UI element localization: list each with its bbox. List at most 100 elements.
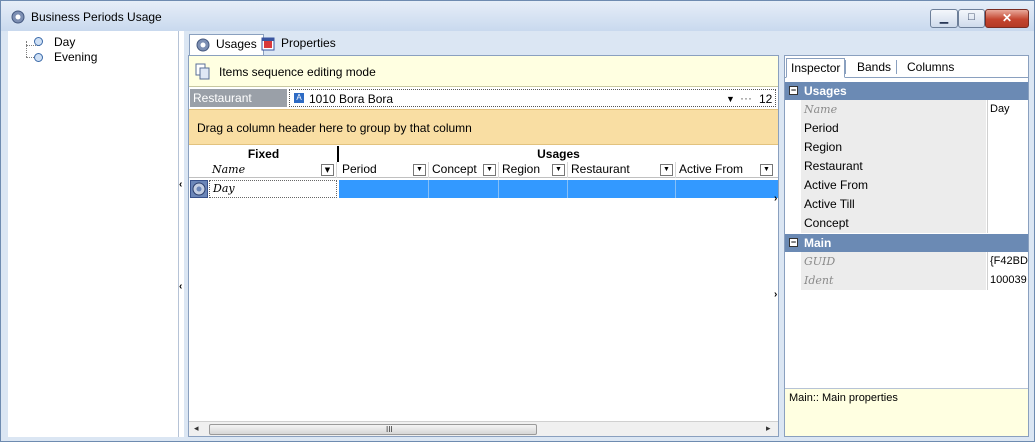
column-label: Name xyxy=(212,163,246,176)
main-panel: Usages Properties Items sequence editing… xyxy=(179,31,1029,437)
property-name: Ident xyxy=(801,271,986,290)
minimize-button[interactable]: ▁ xyxy=(930,9,958,28)
tab-inspector[interactable]: Inspector xyxy=(786,58,846,78)
column-header-period[interactable]: Period ▼ xyxy=(339,162,429,178)
band-fixed[interactable]: Fixed xyxy=(189,146,338,162)
tab-label: Properties xyxy=(281,36,336,50)
gear-icon xyxy=(11,10,25,24)
property-value[interactable] xyxy=(987,119,1028,138)
property-row[interactable]: Active Till xyxy=(785,195,1028,214)
horizontal-scrollbar[interactable]: ◂ III ▸ xyxy=(189,421,778,436)
maximize-button[interactable]: □ xyxy=(958,9,985,28)
tab-properties[interactable]: Properties xyxy=(255,34,342,55)
property-row[interactable]: Name Day xyxy=(785,100,1028,119)
scroll-right-icon[interactable]: ▸ xyxy=(766,423,771,434)
row-indicator-icon[interactable] xyxy=(190,180,208,198)
collapse-right-icon[interactable]: › xyxy=(774,289,777,300)
property-value[interactable] xyxy=(987,214,1028,233)
column-label: Period xyxy=(342,162,377,176)
gear-icon xyxy=(196,38,210,52)
property-row[interactable]: Active From xyxy=(785,176,1028,195)
property-name: Restaurant xyxy=(801,157,986,176)
column-filter-icon[interactable]: ▼ xyxy=(321,164,334,176)
collapse-icon[interactable]: − xyxy=(789,238,798,247)
column-header-restaurant[interactable]: Restaurant ▼ xyxy=(568,162,676,178)
tab-bands[interactable]: Bands xyxy=(853,58,895,78)
category-usages[interactable]: − Usages xyxy=(785,82,1028,100)
column-header-region[interactable]: Region ▼ xyxy=(499,162,568,178)
group-by-hint: Drag a column header here to group by th… xyxy=(197,121,472,135)
filter-label: Restaurant xyxy=(190,89,287,107)
collapse-left-icon[interactable]: ‹ xyxy=(179,179,182,190)
column-header-name[interactable]: Name ▼ xyxy=(209,162,337,178)
restaurant-filter-select[interactable]: A 1010 Bora Bora ▼ ··· 12 xyxy=(289,89,776,107)
property-row[interactable]: Concept xyxy=(785,214,1028,233)
client-area: Day Evening Usages Properties Items sequ… xyxy=(8,31,1029,437)
column-label: Restaurant xyxy=(571,162,630,176)
column-filter-icon[interactable]: ▼ xyxy=(552,164,565,176)
column-filter-icon[interactable]: ▼ xyxy=(760,164,773,176)
filter-count: 12 xyxy=(759,92,773,106)
scroll-left-icon[interactable]: ◂ xyxy=(194,423,199,434)
collapse-icon[interactable]: − xyxy=(789,86,798,95)
filter-row: Restaurant A 1010 Bora Bora ▼ ··· 12 xyxy=(189,88,778,108)
app-window: Business Periods Usage ▁ □ ✕ Day Evening xyxy=(0,0,1035,442)
property-value[interactable] xyxy=(987,138,1028,157)
property-row[interactable]: Period xyxy=(785,119,1028,138)
cell-period[interactable] xyxy=(339,180,429,198)
cell-region[interactable] xyxy=(499,180,568,198)
title-bar[interactable]: Business Periods Usage ▁ □ ✕ xyxy=(1,1,1034,31)
column-label: Active From xyxy=(679,162,744,176)
cell-restaurant[interactable] xyxy=(568,180,676,198)
window-title: Business Periods Usage xyxy=(31,10,162,24)
column-filter-icon[interactable]: ▼ xyxy=(483,164,496,176)
close-button[interactable]: ✕ xyxy=(985,9,1029,28)
property-value[interactable] xyxy=(987,195,1028,214)
column-filter-icon[interactable]: ▼ xyxy=(413,164,426,176)
selected-row-cells[interactable] xyxy=(339,180,778,198)
tab-usages[interactable]: Usages xyxy=(189,34,264,55)
property-row[interactable]: Ident 100039 xyxy=(785,271,1028,290)
sequence-mode-bar: Items sequence editing mode xyxy=(189,56,778,87)
group-by-panel[interactable]: Drag a column header here to group by th… xyxy=(189,109,778,145)
dropdown-arrow-icon[interactable]: ▼ xyxy=(726,91,735,107)
property-name: Concept xyxy=(801,214,986,233)
cell-name[interactable]: Day xyxy=(209,180,337,198)
property-value[interactable]: {F42BD xyxy=(987,252,1028,271)
ellipsis-button[interactable]: ··· xyxy=(740,90,752,106)
band-header-row: Fixed Usages xyxy=(189,146,778,162)
column-header-concept[interactable]: Concept ▼ xyxy=(429,162,499,178)
property-row[interactable]: Region xyxy=(785,138,1028,157)
cell-active-from[interactable] xyxy=(676,180,778,198)
property-gutter xyxy=(785,271,801,290)
table-row[interactable]: Day xyxy=(189,179,778,199)
sequence-icon xyxy=(195,63,210,80)
band-usages[interactable]: Usages xyxy=(339,146,778,162)
tab-columns[interactable]: Columns xyxy=(903,58,958,78)
scroll-grip: III xyxy=(386,425,393,434)
inspector-description: Main:: Main properties xyxy=(785,388,1028,436)
collapse-left-icon[interactable]: ‹ xyxy=(179,281,182,292)
property-value[interactable]: Day xyxy=(987,100,1028,119)
tree-item-day[interactable]: Day xyxy=(54,35,75,49)
column-label: Region xyxy=(502,162,541,176)
property-value[interactable] xyxy=(987,176,1028,195)
property-gutter xyxy=(785,195,801,214)
property-name: Period xyxy=(801,119,986,138)
column-filter-icon[interactable]: ▼ xyxy=(660,164,673,176)
cell-concept[interactable] xyxy=(429,180,499,198)
property-value[interactable]: 100039 xyxy=(987,271,1028,290)
property-name: Name xyxy=(801,100,986,119)
tab-separator xyxy=(896,60,897,74)
property-gutter xyxy=(785,100,801,119)
collapse-right-icon[interactable]: › xyxy=(774,193,777,204)
scroll-thumb[interactable]: III xyxy=(209,424,537,435)
category-main[interactable]: − Main xyxy=(785,234,1028,252)
column-header-active-from[interactable]: Active From ▼ xyxy=(676,162,778,178)
property-value[interactable] xyxy=(987,157,1028,176)
property-name: GUID xyxy=(801,252,986,271)
property-row[interactable]: GUID {F42BD xyxy=(785,252,1028,271)
property-row[interactable]: Restaurant xyxy=(785,157,1028,176)
tree-item-evening[interactable]: Evening xyxy=(54,50,97,64)
property-gutter xyxy=(785,214,801,233)
